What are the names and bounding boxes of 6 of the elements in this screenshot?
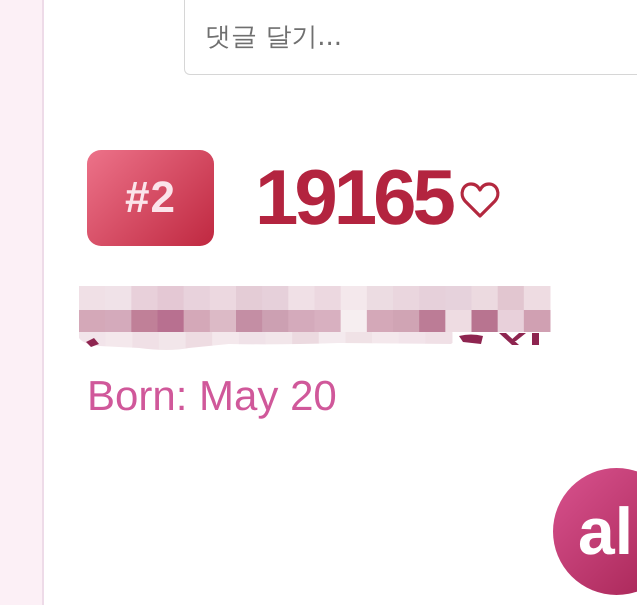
floating-logo-button[interactable]: al [553,468,637,595]
likes-count: 19165 [255,155,452,241]
birthday-text: Born: May 20 [87,371,337,421]
comment-input-field[interactable]: 댓글 달기... [184,0,637,75]
heart-icon[interactable] [460,181,500,219]
rank-badge: #2 [87,150,214,246]
